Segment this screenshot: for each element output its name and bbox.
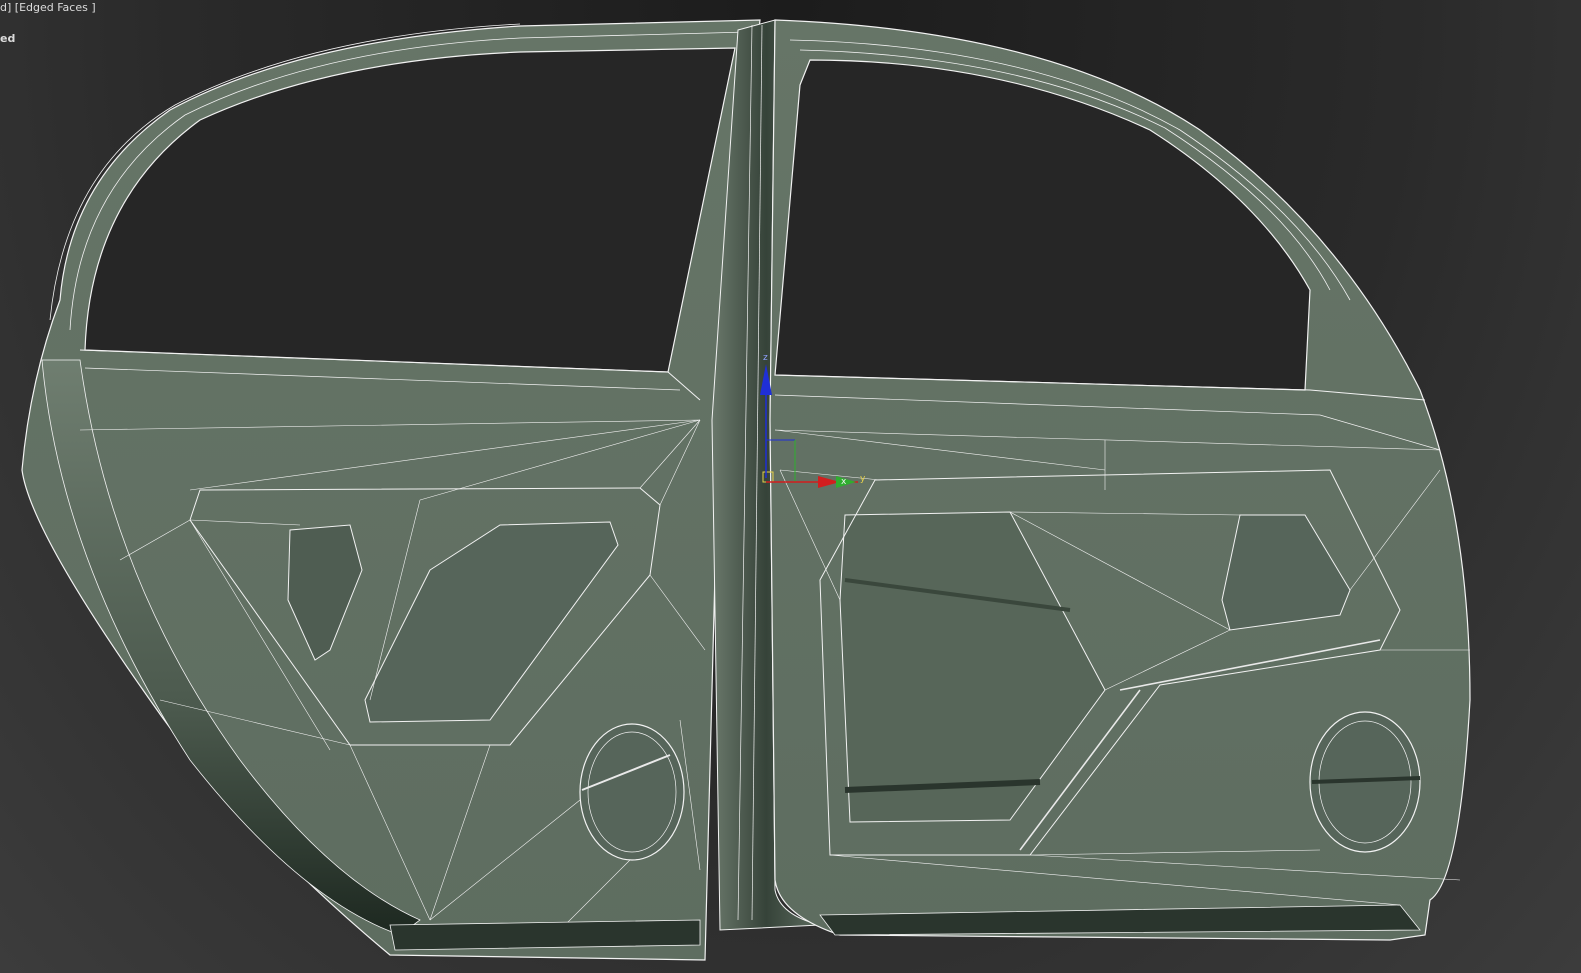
viewport-secondary-label: ed bbox=[0, 32, 16, 45]
gizmo-z-label: z bbox=[763, 353, 768, 363]
rear-door-mesh[interactable] bbox=[769, 19, 1471, 941]
gizmo-y-label: y bbox=[860, 474, 866, 484]
viewport-label-menu[interactable]: d] [Edged Faces ] bbox=[0, 1, 96, 14]
gizmo-x-label: x bbox=[841, 477, 847, 487]
viewport-view-label[interactable]: d] bbox=[0, 1, 11, 14]
perspective-viewport[interactable]: d] [Edged Faces ] ed z x y bbox=[0, 0, 1581, 973]
viewport-scene[interactable]: z x y bbox=[0, 0, 1581, 973]
viewport-shading-label[interactable]: [Edged Faces ] bbox=[15, 1, 96, 14]
front-door-mesh[interactable] bbox=[21, 19, 761, 961]
